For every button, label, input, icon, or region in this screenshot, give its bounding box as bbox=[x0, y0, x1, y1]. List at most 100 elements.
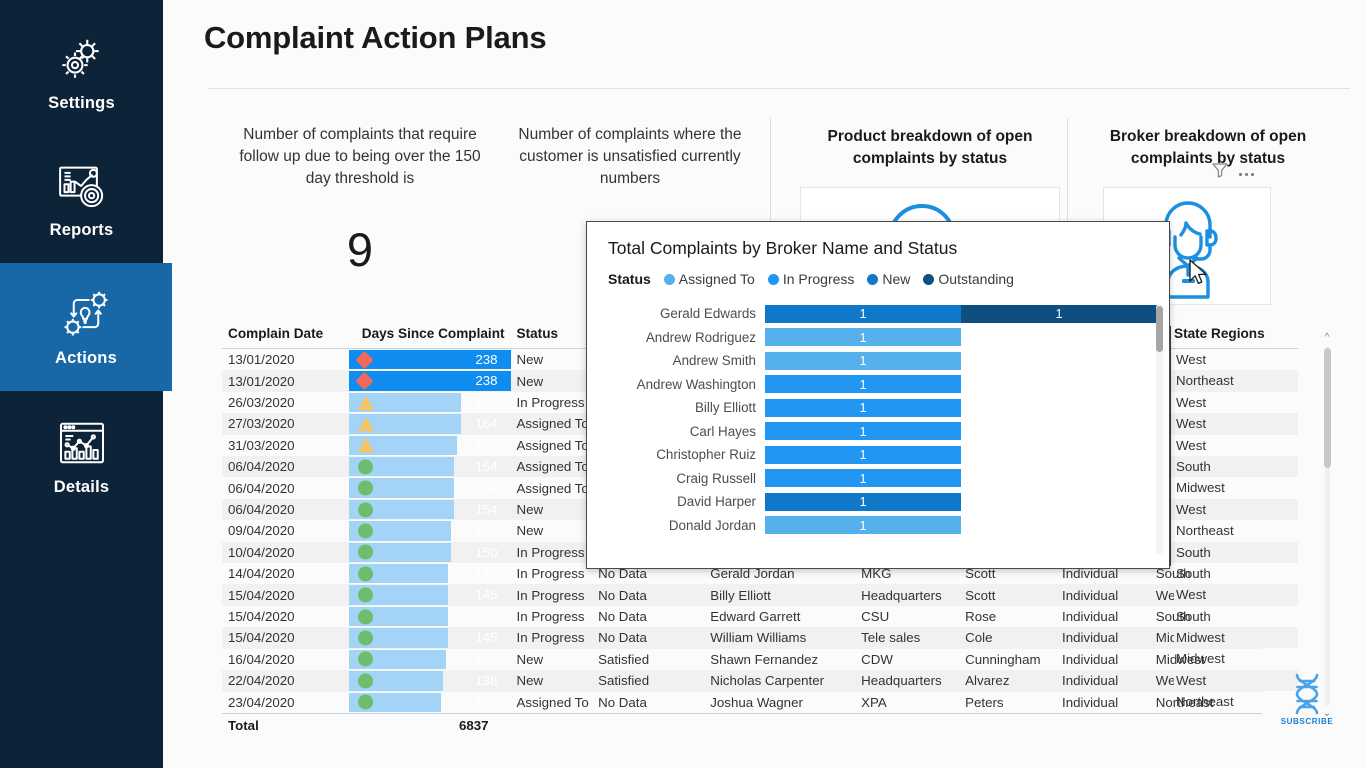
data-bar-value: 238 bbox=[475, 373, 498, 389]
gears-icon bbox=[54, 31, 110, 87]
cell-days-since-complaint: 150 bbox=[349, 541, 511, 564]
col-complain-date[interactable]: Complain Date bbox=[222, 326, 350, 349]
slicer-item[interactable]: West bbox=[1174, 392, 1298, 413]
chart-bar-segment[interactable]: 1 bbox=[765, 469, 961, 488]
cell-complain-date: 06/04/2020 bbox=[222, 456, 350, 478]
sidebar-item-actions[interactable]: Actions bbox=[0, 263, 172, 391]
slicer-item[interactable]: Northeast bbox=[1174, 520, 1298, 541]
data-bar-value: 151 bbox=[475, 523, 498, 539]
sidebar-item-label: Details bbox=[53, 478, 110, 496]
kpi-card-unsatisfied[interactable]: Number of complaints where the customer … bbox=[505, 124, 755, 226]
scrollbar-thumb[interactable] bbox=[1324, 348, 1331, 468]
chart-bar-row[interactable]: David Harper 1 bbox=[601, 490, 1157, 514]
data-bar-value: 145 bbox=[475, 608, 498, 624]
legend-swatch bbox=[867, 273, 879, 285]
cell-days-since-complaint: 151 bbox=[349, 520, 510, 541]
cell-manager: Peters bbox=[965, 694, 1004, 710]
col-status[interactable]: Status bbox=[510, 326, 593, 349]
chart-bar-segment[interactable]: 1 bbox=[765, 516, 961, 535]
chart-bar-row[interactable]: Andrew Smith 1 bbox=[601, 349, 1157, 373]
scrollbar-thumb[interactable] bbox=[1156, 306, 1163, 352]
data-bar-value: 145 bbox=[475, 630, 498, 646]
chart-bar-row[interactable]: Andrew Rodriguez 1 bbox=[601, 326, 1157, 350]
slicer-item[interactable]: West bbox=[1174, 584, 1298, 606]
chart-bar-segment[interactable]: 1 bbox=[765, 304, 961, 323]
legend-entry[interactable]: Outstanding bbox=[923, 271, 1014, 287]
slicer-item[interactable]: Midwest bbox=[1174, 627, 1298, 649]
kpi-caption: Number of complaints that require follow… bbox=[239, 126, 481, 187]
table-row[interactable]: 15/04/2020 145 In Progress No Data William W… bbox=[222, 627, 1262, 649]
table-row[interactable]: 23/04/2020 137 Assigned To No Data Joshua Wa… bbox=[222, 692, 1262, 714]
cell-days-since-complaint: 154 bbox=[349, 456, 511, 478]
chart-bar-segment[interactable]: 1 bbox=[765, 375, 961, 394]
ellipsis-icon[interactable] bbox=[1239, 160, 1254, 180]
sidebar-item-reports[interactable]: Reports bbox=[0, 135, 163, 263]
triangle-marker-icon bbox=[358, 395, 375, 410]
slicer-item[interactable]: South bbox=[1174, 541, 1298, 563]
slicer-item[interactable]: South bbox=[1174, 606, 1298, 627]
cell-status: In Progress bbox=[516, 609, 585, 625]
chart-bar-segment[interactable]: 1 bbox=[765, 445, 961, 464]
kpi-caption: Number of complaints where the customer … bbox=[518, 126, 742, 187]
state-regions-slicer[interactable]: State Regions West Northeast West West West S… bbox=[1174, 326, 1298, 726]
chart-bar-row[interactable]: Gerald Edwards 1 1 bbox=[601, 302, 1157, 326]
chart-bar-segment[interactable]: 1 bbox=[765, 492, 961, 511]
sidebar-item-settings[interactable]: Settings bbox=[0, 8, 163, 136]
slicer-item[interactable]: South bbox=[1174, 455, 1298, 478]
sidebar-item-label: Reports bbox=[49, 221, 114, 239]
data-bar-value: 160 bbox=[475, 437, 498, 453]
chart-bar-row[interactable]: Andrew Washington 1 bbox=[601, 373, 1157, 397]
slicer-item[interactable]: Midwest bbox=[1174, 477, 1298, 498]
legend-label: In Progress bbox=[782, 271, 855, 287]
broker-status-tooltip[interactable]: Total Complaints by Broker Name and Stat… bbox=[586, 221, 1170, 569]
chevron-up-icon[interactable]: ^ bbox=[1322, 332, 1332, 344]
chart-bar-track: 1 bbox=[765, 516, 1157, 535]
legend-entry[interactable]: In Progress bbox=[767, 271, 855, 287]
slicer-item[interactable]: West bbox=[1174, 435, 1298, 456]
slicer-item[interactable]: West bbox=[1174, 498, 1298, 521]
circle-marker-icon bbox=[358, 694, 374, 710]
col-days-since-complaint[interactable]: Days Since Complaint bbox=[349, 326, 511, 349]
circle-marker-icon bbox=[358, 459, 374, 475]
chart-bar-segment[interactable]: 1 bbox=[765, 398, 961, 417]
slicer-item[interactable]: Midwest bbox=[1174, 648, 1298, 669]
table-row[interactable]: 16/04/2020 144 New Satisfied Shawn Fernandez… bbox=[222, 649, 1262, 670]
chart-bar-segment[interactable]: 1 bbox=[961, 304, 1157, 323]
legend-entry[interactable]: New bbox=[867, 271, 910, 287]
header-divider bbox=[208, 88, 1350, 89]
cell-broker: William Williams bbox=[704, 627, 856, 649]
cell-days-since-complaint: 238 bbox=[349, 370, 511, 392]
kpi-card-followup[interactable]: Number of complaints that require follow… bbox=[232, 124, 488, 273]
table-row[interactable]: 15/04/2020 145 In Progress No Data Billy Ell… bbox=[222, 584, 1262, 606]
table-row[interactable]: 15/04/2020 145 In Progress No Data Edward Ga… bbox=[222, 606, 1262, 627]
slicer-scrollbar[interactable]: ^ ⌄ bbox=[1322, 332, 1332, 720]
chart-bar-segment[interactable]: 1 bbox=[765, 351, 961, 370]
chart-bar-row[interactable]: Christopher Ruiz 1 bbox=[601, 443, 1157, 467]
chart-bar-row[interactable]: Billy Elliott 1 bbox=[601, 396, 1157, 420]
slicer-item[interactable]: West bbox=[1174, 413, 1298, 435]
cell-status: New bbox=[516, 352, 544, 368]
circle-marker-icon bbox=[358, 480, 374, 496]
slicer-item[interactable]: South bbox=[1174, 563, 1298, 584]
table-row[interactable]: 22/04/2020 138 New Satisfied Nicholas Carpen… bbox=[222, 670, 1262, 692]
chart-bar-segment[interactable]: 1 bbox=[765, 422, 961, 441]
chart-bar-segment[interactable]: 1 bbox=[765, 328, 961, 347]
legend-entry[interactable]: Assigned To bbox=[663, 271, 755, 287]
cell-complain-date: 23/04/2020 bbox=[228, 694, 295, 710]
cell-complain-date: 15/04/2020 bbox=[228, 609, 295, 625]
slicer-item[interactable]: West bbox=[1174, 349, 1298, 370]
slicer-item[interactable]: Northeast bbox=[1174, 370, 1298, 392]
chart-bar-row[interactable]: Craig Russell 1 bbox=[601, 467, 1157, 491]
sidebar-item-details[interactable]: Details bbox=[0, 392, 163, 520]
chart-scrollbar[interactable] bbox=[1156, 304, 1163, 554]
legend-swatch bbox=[663, 273, 675, 285]
chart-bar-row[interactable]: Carl Hayes 1 bbox=[601, 420, 1157, 444]
cell-product: XPA bbox=[861, 694, 887, 710]
circle-marker-icon bbox=[358, 673, 374, 689]
table-total-row: Total 6837 bbox=[222, 712, 1262, 738]
legend-label: New bbox=[882, 271, 911, 287]
chart-bar-row[interactable]: Donald Jordan 1 bbox=[601, 514, 1157, 538]
cell-satisfaction: No Data bbox=[592, 627, 705, 649]
cell-broker: Joshua Wagner bbox=[710, 694, 803, 710]
filter-icon[interactable] bbox=[1210, 160, 1230, 180]
